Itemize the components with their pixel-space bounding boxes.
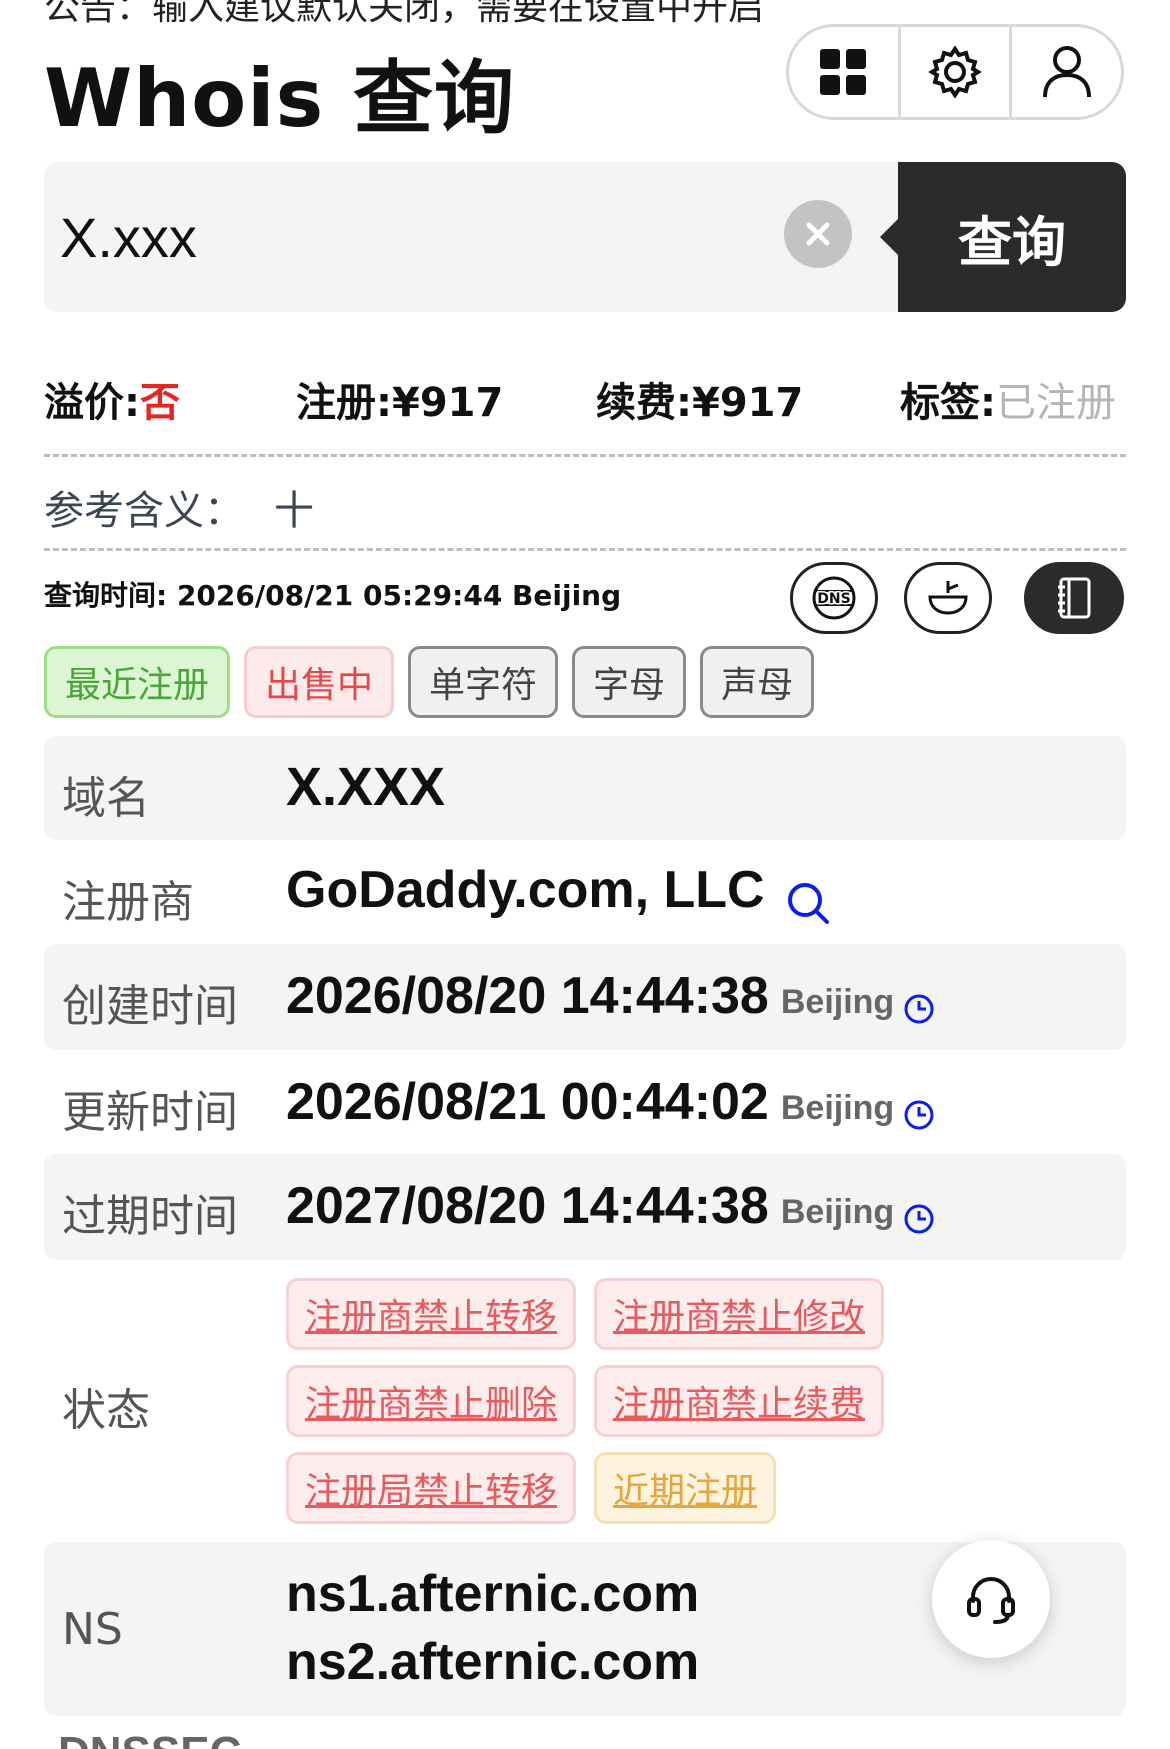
search-bar: 查询 (44, 162, 1126, 312)
headset-icon (967, 1576, 1015, 1624)
domain-value: X.XXX (286, 757, 446, 817)
gear-icon (928, 45, 982, 99)
renew-label: 续费: (596, 380, 692, 426)
ns-values: ns1.afternic.com ns2.afternic.com (286, 1560, 699, 1696)
clock-icon[interactable] (903, 993, 935, 1025)
created-value-group: 2026/08/20 14:44:38 Beijing (286, 966, 935, 1026)
register-price: 注册:¥917 (296, 370, 503, 428)
user-icon (1042, 46, 1091, 98)
ns-record: ns2.afternic.com (286, 1633, 700, 1691)
clear-icon (806, 222, 830, 246)
status-chip[interactable]: 注册局禁止转移 (286, 1452, 577, 1524)
status-label: 状态 (62, 1385, 150, 1436)
created-value: 2026/08/20 14:44:38 (286, 967, 769, 1025)
register-label: 注册: (296, 380, 392, 426)
tag-value: 已注册 (996, 380, 1116, 426)
tag-recently-registered[interactable]: 最近注册 (44, 646, 231, 718)
whois-row-domain: 域名 X.XXX (44, 736, 1126, 840)
domain-tags: 最近注册 出售中 单字符 字母 声母 (44, 646, 815, 718)
expires-timezone: Beijing (780, 1193, 895, 1231)
renew-price: 续费:¥917 (596, 370, 803, 428)
notebook-button[interactable] (1024, 562, 1124, 634)
dns-button[interactable]: DNS (790, 562, 878, 634)
customer-support-button[interactable] (932, 1540, 1050, 1658)
query-time: 查询时间: 2026/08/21 05:29:44 Beijing (44, 579, 622, 612)
clock-icon[interactable] (903, 1203, 935, 1235)
bowl-button[interactable] (904, 562, 992, 634)
magnifier-icon[interactable] (784, 879, 832, 927)
domain-search-input[interactable] (60, 162, 780, 312)
updated-label: 更新时间 (62, 1087, 238, 1138)
dns-icon: DNS (812, 576, 856, 620)
whois-row-updated: 更新时间 2026/08/21 00:44:02 Beijing (44, 1050, 1126, 1154)
tag-letter[interactable]: 字母 (572, 646, 687, 718)
status-chip[interactable]: 近期注册 (594, 1452, 777, 1524)
bowl-icon (928, 581, 968, 615)
registrar-label: 注册商 (62, 877, 194, 928)
pricing-row: 溢价:否 注册:¥917 续费:¥917 标签:已注册 (44, 370, 1126, 426)
premium-info: 溢价:否 (44, 370, 180, 428)
whois-row-expires: 过期时间 2027/08/20 14:44:38 Beijing (44, 1154, 1126, 1260)
apps-grid-icon (820, 49, 867, 95)
ns-record: ns1.afternic.com (286, 1565, 700, 1623)
clock-icon[interactable] (903, 1099, 935, 1131)
registrar-value: GoDaddy.com, LLC (286, 861, 765, 919)
whois-row-created: 创建时间 2026/08/20 14:44:38 Beijing (44, 944, 1126, 1050)
whois-row-status: 状态 注册商禁止转移 注册商禁止修改 注册商禁止删除 注册商禁止续费 注册局禁止… (44, 1260, 1126, 1542)
domain-tag-info: 标签:已注册 (900, 370, 1116, 428)
tag-for-sale[interactable]: 出售中 (244, 646, 395, 718)
expires-value: 2027/08/20 14:44:38 (286, 1177, 769, 1235)
updated-value-group: 2026/08/21 00:44:02 Beijing (286, 1072, 935, 1132)
status-chip[interactable]: 注册商禁止修改 (594, 1278, 885, 1350)
domain-label: 域名 (62, 773, 150, 824)
whois-row-registrar: 注册商 GoDaddy.com, LLC (44, 840, 1126, 944)
expires-value-group: 2027/08/20 14:44:38 Beijing (286, 1176, 935, 1236)
account-button[interactable] (1012, 27, 1121, 117)
reference-meaning: 参考含义： 十 (44, 478, 314, 536)
clear-search-button[interactable] (784, 200, 852, 268)
premium-value: 否 (140, 380, 180, 426)
dnssec-label-partial: DNSSEC (58, 1728, 241, 1749)
notebook-icon (1058, 577, 1091, 619)
tag-single-char[interactable]: 单字符 (408, 646, 559, 718)
tag-initial[interactable]: 声母 (700, 646, 815, 718)
updated-value: 2026/08/21 00:44:02 (286, 1073, 769, 1131)
meaning-label: 参考含义： (44, 488, 244, 534)
expires-label: 过期时间 (62, 1191, 238, 1242)
premium-label: 溢价: (44, 380, 140, 426)
created-label: 创建时间 (62, 981, 238, 1032)
status-chip[interactable]: 注册商禁止转移 (286, 1278, 577, 1350)
svg-text:DNS: DNS (817, 591, 850, 607)
status-chip[interactable]: 注册商禁止续费 (594, 1365, 885, 1437)
tag-label: 标签: (900, 380, 996, 426)
search-button[interactable]: 查询 (880, 162, 1126, 312)
meaning-value: 十 (274, 488, 314, 534)
status-chip[interactable]: 注册商禁止删除 (286, 1365, 577, 1437)
settings-button[interactable] (901, 27, 1013, 117)
divider (44, 454, 1126, 457)
updated-timezone: Beijing (780, 1089, 895, 1127)
top-action-group (786, 24, 1124, 120)
renew-value: ¥917 (692, 380, 804, 426)
ns-label: NS (62, 1604, 123, 1655)
created-timezone: Beijing (780, 983, 895, 1021)
notice-banner: 公告：输入建议默认关闭，需要在设置中开启 (44, 0, 765, 28)
divider (44, 548, 1126, 551)
page-title: Whois 查询 (44, 52, 516, 145)
apps-button[interactable] (789, 27, 901, 117)
registrar-value-group: GoDaddy.com, LLC (286, 860, 832, 927)
register-value: ¥917 (392, 380, 504, 426)
